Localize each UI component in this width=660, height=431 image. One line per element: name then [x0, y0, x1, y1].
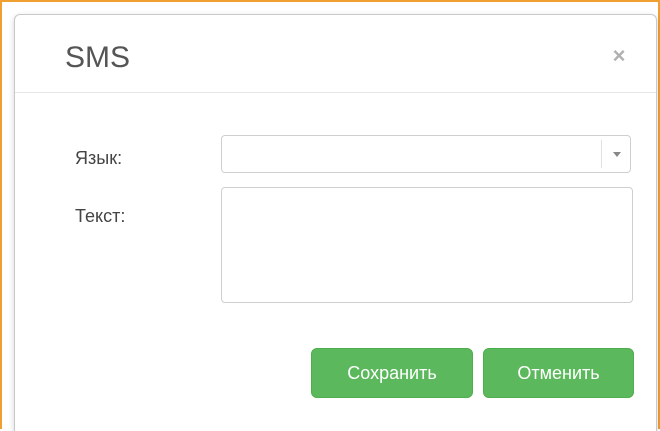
- dialog-title: SMS: [65, 41, 131, 74]
- language-label: Язык:: [75, 148, 123, 168]
- sms-dialog: SMS × Язык: Текст: Сохранить Отменить: [14, 14, 657, 431]
- dialog-header: SMS ×: [15, 15, 656, 93]
- close-icon[interactable]: ×: [608, 45, 630, 67]
- save-button[interactable]: Сохранить: [311, 348, 473, 398]
- select-divider: [601, 140, 602, 168]
- language-select[interactable]: [221, 135, 631, 173]
- text-label: Текст:: [75, 206, 126, 226]
- text-field[interactable]: [221, 187, 633, 303]
- cancel-button[interactable]: Отменить: [483, 348, 634, 398]
- chevron-down-icon[interactable]: [613, 152, 621, 157]
- window-frame: SMS × Язык: Текст: Сохранить Отменить: [0, 0, 660, 431]
